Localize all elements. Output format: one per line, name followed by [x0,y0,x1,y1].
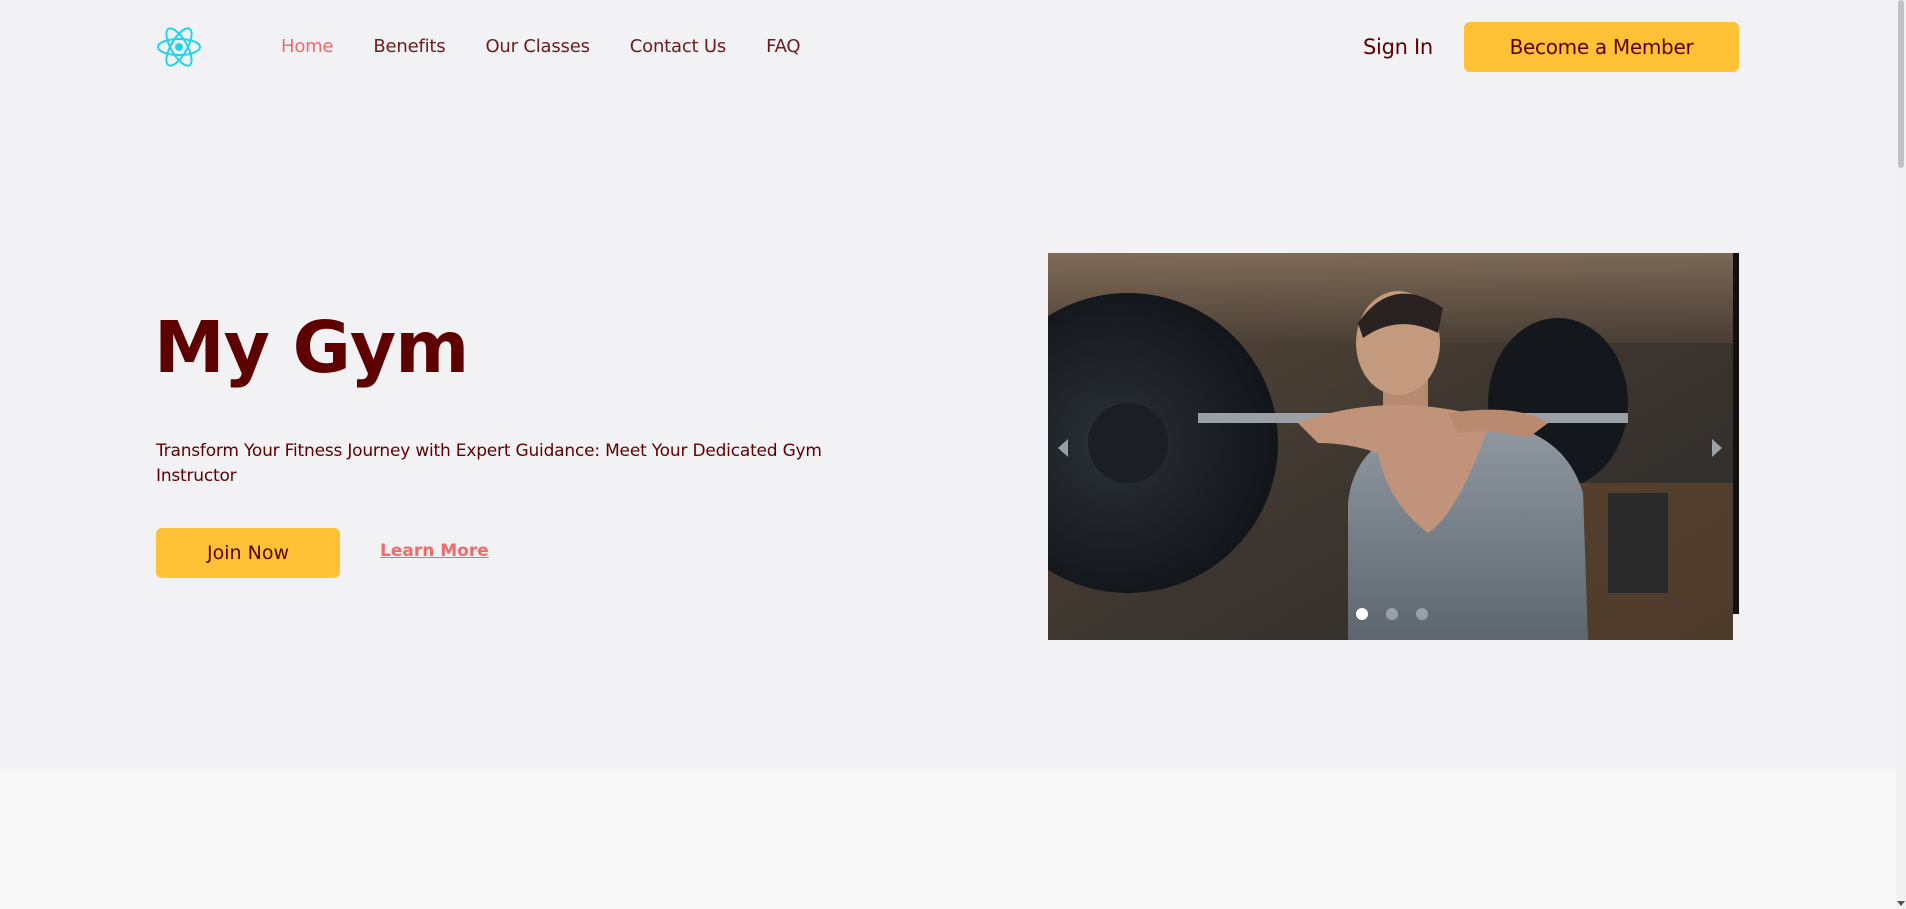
hero-description: Transform Your Fitness Journey with Expe… [156,441,822,486]
carousel-dot-1[interactable] [1356,608,1368,620]
nav-link-our-classes[interactable]: Our Classes [485,36,590,57]
page-scrollbar[interactable] [1896,0,1906,909]
nav-link-faq[interactable]: FAQ [766,36,800,57]
main-nav: Home Benefits Our Classes Contact Us FAQ [281,36,801,57]
navbar: Home Benefits Our Classes Contact Us FAQ… [0,0,1896,94]
carousel-next-button[interactable] [1704,433,1728,463]
sign-in-link[interactable]: Sign In [1363,35,1433,59]
learn-more-link[interactable]: Learn More [380,541,489,561]
carousel-indicators [1356,608,1428,620]
page: Home Benefits Our Classes Contact Us FAQ… [0,0,1906,909]
carousel-dot-2[interactable] [1386,608,1398,620]
scrollbar-thumb[interactable] [1898,0,1904,168]
carousel-prev-button[interactable] [1052,433,1076,463]
hero-title: My Gym [154,306,469,389]
scroll-down-arrow-icon[interactable] [1897,899,1905,907]
chevron-right-icon [1712,439,1722,457]
carousel-slide-gym-image [1048,253,1733,640]
nav-link-contact-us[interactable]: Contact Us [630,36,727,57]
nav-link-home[interactable]: Home [281,36,334,57]
carousel-dot-3[interactable] [1416,608,1428,620]
react-atom-icon[interactable] [156,26,202,68]
nav-link-benefits[interactable]: Benefits [373,36,445,57]
benefits-section-preview [0,769,1896,909]
carousel-next-slide-edge [1733,253,1739,614]
image-carousel [1048,253,1739,640]
chevron-left-icon [1058,439,1068,457]
gym-photo [1048,253,1733,640]
become-member-button[interactable]: Become a Member [1464,22,1739,72]
join-now-button[interactable]: Join Now [156,528,340,578]
